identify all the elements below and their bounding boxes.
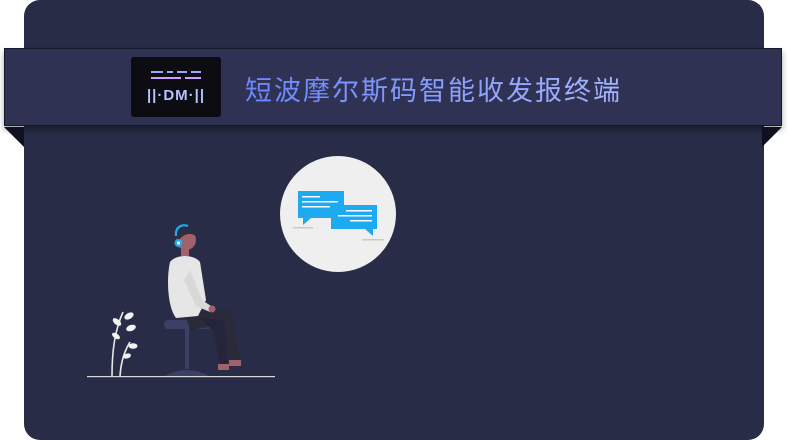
headset-listener-illustration bbox=[87, 191, 384, 378]
stool-icon bbox=[164, 320, 212, 376]
chat-bubbles-icon bbox=[293, 191, 384, 241]
person-with-headset-icon bbox=[168, 224, 241, 370]
